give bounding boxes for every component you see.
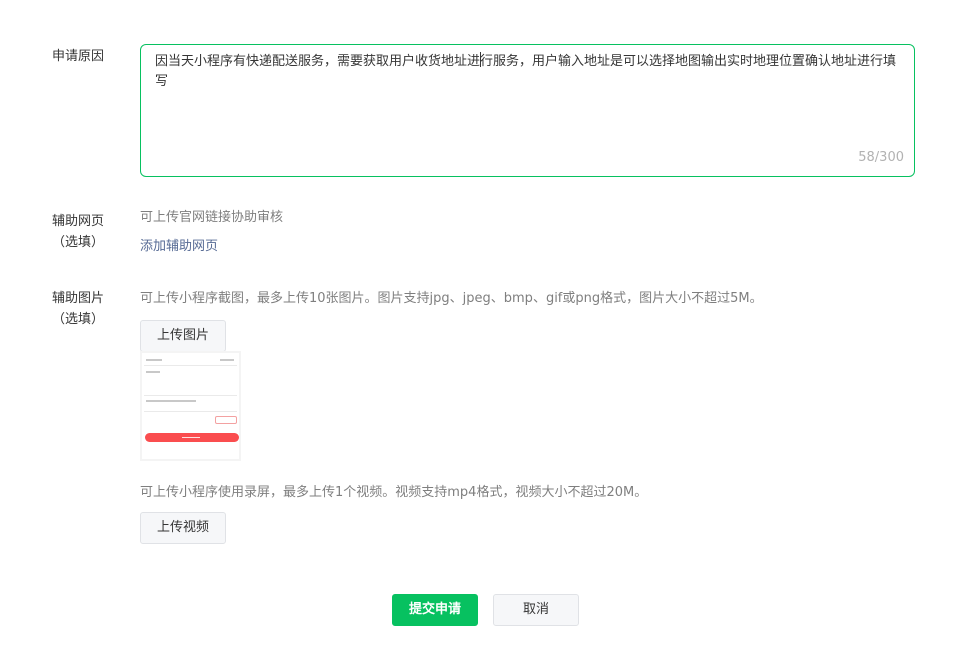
images-hint: 可上传小程序截图，最多上传10张图片。图片支持jpg、jpeg、bmp、gif或…: [140, 291, 763, 306]
images-label: 辅助图片 （选填）: [38, 289, 118, 330]
thumb-submit-text: [182, 437, 200, 438]
thumbnail-screen: [142, 353, 239, 459]
upload-video-button[interactable]: 上传视频: [140, 512, 226, 544]
thumb-divider: [144, 365, 237, 366]
uploaded-image-thumbnail[interactable]: [140, 351, 241, 461]
images-label-optional: （选填）: [51, 312, 104, 327]
web-label-title: 辅助网页: [51, 214, 104, 229]
thumb-divider: [144, 411, 237, 412]
thumb-outline-button: [215, 416, 237, 424]
char-counter: 58/300: [858, 150, 904, 165]
add-web-link[interactable]: 添加辅助网页: [140, 237, 218, 257]
video-hint: 可上传小程序使用录屏，最多上传1个视频。视频支持mp4格式，视频大小不超过20M…: [140, 485, 648, 500]
web-label: 辅助网页 （选填）: [38, 212, 118, 253]
thumb-line: [146, 400, 196, 402]
web-hint: 可上传官网链接协助审核: [140, 210, 284, 225]
thumb-line: [146, 371, 160, 373]
cancel-button[interactable]: 取消: [493, 594, 579, 626]
thumb-divider: [144, 395, 237, 396]
thumb-line: [220, 359, 234, 361]
thumb-line: [146, 359, 162, 361]
reason-text-part1: 因当天小程序有快递配送服务，需要获取用户收货地址进: [155, 54, 481, 69]
reason-label: 申请原因: [51, 49, 104, 64]
upload-image-button[interactable]: 上传图片: [140, 320, 226, 352]
submit-button[interactable]: 提交申请: [392, 594, 478, 626]
web-label-optional: （选填）: [51, 235, 104, 250]
images-label-title: 辅助图片: [51, 291, 104, 306]
reason-textarea[interactable]: 因当天小程序有快递配送服务，需要获取用户收货地址进行服务，用户输入地址是可以选择…: [140, 44, 915, 177]
